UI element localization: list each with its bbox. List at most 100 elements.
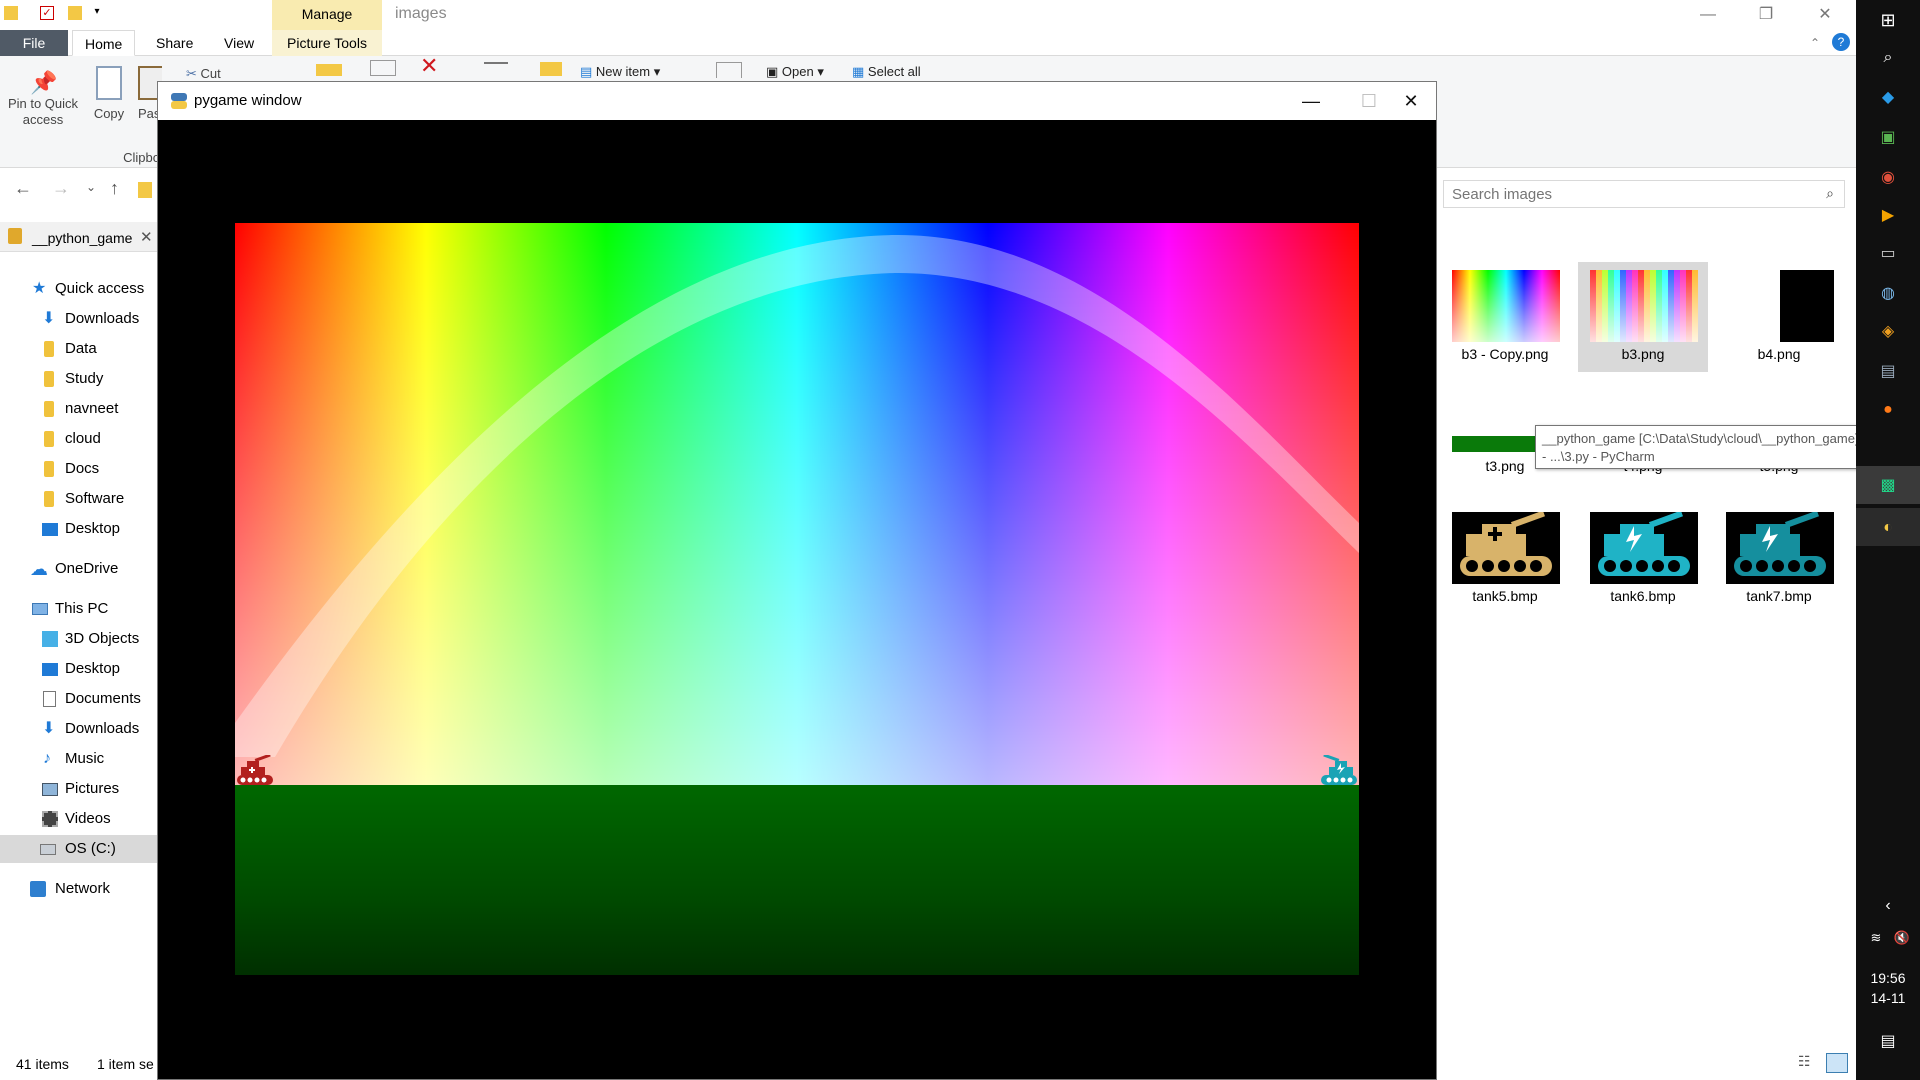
nav-item-downloads[interactable]: ⬇ Downloads: [0, 305, 157, 333]
nav-item-this-pc[interactable]: This PC: [0, 595, 157, 623]
details-view-icon[interactable]: ☷: [1798, 1053, 1820, 1073]
git-icon[interactable]: ◈: [1876, 320, 1900, 344]
window-title: images: [395, 5, 447, 22]
nav-item-3d-objects[interactable]: 3D Objects: [0, 625, 157, 653]
open-button[interactable]: ▣ Open ▾: [766, 64, 824, 80]
wifi-icon[interactable]: ≋: [1864, 926, 1888, 950]
tab-file[interactable]: File: [0, 30, 68, 56]
tab-home[interactable]: Home: [72, 30, 136, 56]
nav-label: OneDrive: [55, 560, 119, 577]
app-icon[interactable]: ▤: [1876, 360, 1900, 384]
delete-icon[interactable]: ✕: [420, 55, 438, 77]
nav-item-desktop-pc[interactable]: Desktop: [0, 655, 157, 683]
shell-trajectory: [235, 234, 1359, 757]
nav-item-desktop[interactable]: Desktop: [0, 515, 157, 543]
image-thumbnail: [1590, 270, 1698, 342]
search-box[interactable]: ⌕: [1443, 180, 1845, 208]
forward-arrow-icon[interactable]: →: [52, 178, 70, 199]
nav-item-os-c[interactable]: OS (C:): [0, 835, 157, 863]
python-icon[interactable]: ◐: [1876, 516, 1900, 540]
collapse-ribbon-icon[interactable]: ⌃: [1810, 36, 1820, 50]
new-folder-ribbon-icon[interactable]: [540, 62, 562, 76]
file-item[interactable]: tank6.bmp: [1578, 504, 1708, 614]
selected-count: 1 item se: [97, 1056, 154, 1072]
minimize-button[interactable]: —: [1288, 86, 1334, 116]
pygame-title-bar[interactable]: pygame window — ☐ ✕: [158, 82, 1436, 120]
large-icons-view-icon[interactable]: [1826, 1053, 1848, 1073]
nav-item-onedrive[interactable]: ☁ OneDrive: [0, 555, 157, 583]
media-player-icon[interactable]: ▶: [1876, 204, 1900, 228]
rename-icon[interactable]: [484, 62, 508, 76]
game-canvas[interactable]: [235, 223, 1359, 975]
maximize-button[interactable]: ❐: [1746, 2, 1786, 28]
pycharm-icon[interactable]: ▩: [1876, 474, 1900, 498]
nav-item-navneet[interactable]: navneet: [0, 395, 157, 423]
nav-label: Pictures: [65, 780, 120, 797]
customize-toolbar-icon[interactable]: ▾: [90, 6, 104, 20]
image-editor-icon[interactable]: ▣: [1876, 126, 1900, 150]
up-arrow-icon[interactable]: ↑: [110, 178, 119, 199]
folder-icon: [138, 182, 152, 198]
search-input[interactable]: [1444, 181, 1804, 207]
new-item-button[interactable]: ▤ New item ▾: [580, 64, 660, 80]
new-folder-icon[interactable]: [68, 6, 82, 20]
copy-to-icon[interactable]: [370, 60, 396, 76]
nav-item-software[interactable]: Software: [0, 485, 157, 513]
cut-button[interactable]: ✂ Cut: [186, 66, 221, 82]
move-to-icon[interactable]: [316, 64, 342, 76]
select-all-button[interactable]: ▦ Select all: [852, 64, 921, 80]
back-arrow-icon[interactable]: ←: [14, 178, 32, 199]
tab-share[interactable]: Share: [144, 30, 205, 56]
nav-item-data[interactable]: Data: [0, 335, 157, 363]
nav-item-pictures[interactable]: Pictures: [0, 775, 157, 803]
maximize-button[interactable]: ☐: [1346, 86, 1392, 116]
search-icon[interactable]: ⌕: [1876, 46, 1900, 70]
recent-locations-icon[interactable]: ⌄: [86, 180, 96, 194]
file-item[interactable]: tank5.bmp: [1440, 504, 1570, 614]
pin-to-quick-access-button[interactable]: 📌 Pin to Quick access: [4, 70, 82, 128]
nav-item-study[interactable]: Study: [0, 365, 157, 393]
tooltip-line: __python_game [C:\Data\Study\cloud\__pyt…: [1542, 431, 1859, 446]
file-item[interactable]: tank7.bmp: [1714, 504, 1844, 614]
pygame-window: pygame window — ☐ ✕: [157, 81, 1437, 1080]
minimize-button[interactable]: —: [1688, 2, 1728, 28]
terminal-icon[interactable]: ▭: [1876, 242, 1900, 266]
camera-icon[interactable]: ◍: [1876, 282, 1900, 306]
help-icon[interactable]: ?: [1832, 33, 1850, 51]
tab-view[interactable]: View: [212, 30, 266, 56]
file-item[interactable]: b3 - Copy.png: [1440, 262, 1570, 372]
vscode-icon[interactable]: ◆: [1876, 86, 1900, 110]
mute-icon[interactable]: 🔇: [1890, 926, 1914, 950]
tab-picture-tools[interactable]: Picture Tools: [272, 30, 382, 56]
nav-item-cloud[interactable]: cloud: [0, 425, 157, 453]
nav-item-documents[interactable]: Documents: [0, 685, 157, 713]
close-button[interactable]: ✕: [1388, 86, 1434, 116]
notifications-icon[interactable]: ▤: [1876, 1030, 1900, 1054]
file-item[interactable]: b3.png: [1578, 262, 1708, 372]
nav-item-quick-access[interactable]: ★ Quick access: [0, 275, 157, 303]
close-icon[interactable]: ✕: [140, 228, 153, 246]
tab-manage[interactable]: Manage: [272, 0, 382, 30]
properties-icon[interactable]: ✓: [40, 6, 54, 20]
copy-button[interactable]: Copy: [86, 66, 132, 121]
nav-item-network[interactable]: Network: [0, 875, 157, 903]
new-item-icon: ▤: [580, 64, 593, 79]
cut-label: Cut: [200, 66, 221, 81]
search-icon[interactable]: ⌕: [1826, 185, 1834, 202]
nav-item-videos[interactable]: Videos: [0, 805, 157, 833]
python-game-tab[interactable]: __python_game ✕: [0, 222, 157, 252]
firefox-icon[interactable]: ●: [1876, 398, 1900, 422]
close-button[interactable]: ✕: [1805, 2, 1845, 28]
paint-icon[interactable]: ◉: [1876, 166, 1900, 190]
properties-ribbon-icon[interactable]: [716, 62, 742, 78]
chevron-left-icon[interactable]: ‹: [1876, 894, 1900, 918]
windows-start-icon[interactable]: ⊞: [1876, 8, 1900, 32]
file-item[interactable]: b4.png: [1714, 262, 1844, 372]
nav-label: OS (C:): [65, 840, 116, 857]
nav-item-docs[interactable]: Docs: [0, 455, 157, 483]
folder-icon: [44, 401, 54, 417]
network-icon: [30, 881, 46, 897]
clock[interactable]: 19:56 14-11: [1856, 968, 1920, 1008]
nav-item-music[interactable]: ♪ Music: [0, 745, 157, 773]
nav-item-downloads-pc[interactable]: ⬇ Downloads: [0, 715, 157, 743]
